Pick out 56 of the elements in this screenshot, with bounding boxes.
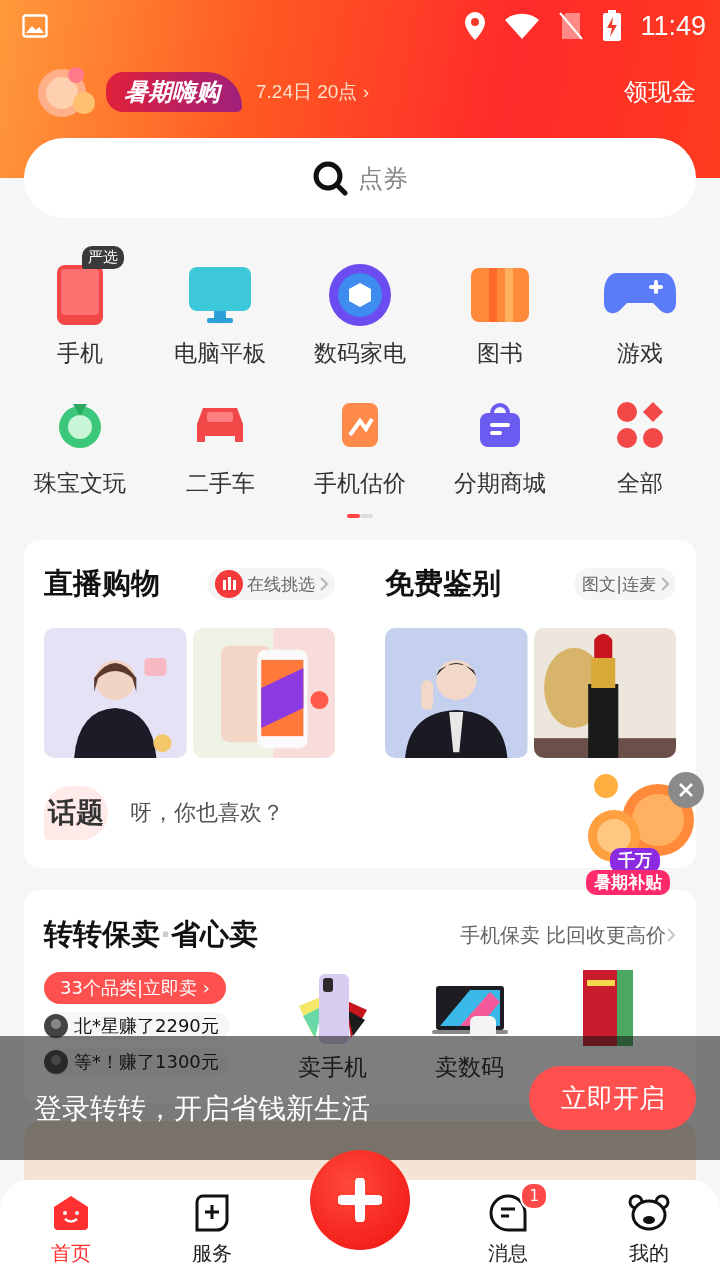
topic-text[interactable]: 呀，你也喜欢？ <box>130 798 284 828</box>
section-title: 免费鉴别 <box>385 565 501 602</box>
avatar-icon <box>44 1014 68 1038</box>
bear-icon <box>628 1193 671 1232</box>
topic-badge: 话题 <box>44 786 108 840</box>
close-icon <box>678 782 694 798</box>
price-tag-icon <box>340 401 380 449</box>
category-label[interactable]: 数码家电 <box>314 338 406 368</box>
category-label[interactable]: 图书 <box>477 338 523 368</box>
search-field[interactable]: 点券 <box>24 138 696 218</box>
earning-text: 北*星赚了2290元 <box>74 1014 219 1038</box>
category-label[interactable]: 游戏 <box>617 338 663 368</box>
search-icon <box>312 160 348 196</box>
battery-charging-icon <box>602 10 623 42</box>
product-label[interactable]: 卖手机 <box>298 1052 368 1083</box>
promo-badge[interactable]: 暑期嗨购 <box>106 72 242 112</box>
image-icon <box>22 14 48 38</box>
wifi-icon <box>504 12 541 40</box>
tablet-icon <box>55 263 105 327</box>
section-pill[interactable]: 图文|连麦 <box>574 568 676 600</box>
sell-subtitle[interactable]: 手机保卖 比回收更高价 <box>459 921 676 949</box>
unread-badge: 1 <box>520 1181 549 1210</box>
category-tag: 严选 <box>82 246 124 269</box>
category-label[interactable]: 全部 <box>617 468 663 498</box>
cash-link[interactable]: 领现金 <box>624 76 696 108</box>
message-icon <box>489 1193 528 1232</box>
nav-tab[interactable]: 服务 <box>191 1193 232 1267</box>
clock-time: 11:49 <box>640 10 706 42</box>
live-icon <box>215 570 243 598</box>
category-label[interactable]: 电脑平板 <box>174 338 266 368</box>
monitor-icon <box>187 265 253 325</box>
close-button[interactable] <box>668 772 704 808</box>
nav-tab[interactable]: 首页 <box>50 1193 91 1267</box>
chevron-icon <box>319 576 329 592</box>
subsidy-label[interactable]: 暑期补贴 <box>586 870 670 895</box>
earning-text: 等*！赚了1300元 <box>74 1050 219 1074</box>
no-sim-icon <box>558 11 585 41</box>
home-icon <box>51 1193 90 1232</box>
plus-icon <box>338 1178 382 1222</box>
nav-tab[interactable]: 我的 <box>628 1193 671 1267</box>
section-title: 转转保卖·省心卖 <box>44 916 259 953</box>
chevron-icon <box>660 576 670 592</box>
category-label[interactable]: 手机 <box>57 338 103 368</box>
category-label[interactable]: 二手车 <box>185 468 255 498</box>
product-label[interactable]: 卖数码 <box>435 1052 505 1083</box>
section-title: 直播购物 <box>44 565 160 602</box>
category-label[interactable]: 手机估价 <box>314 468 406 498</box>
book-icon <box>469 266 531 324</box>
category-label[interactable]: 分期商城 <box>454 468 546 498</box>
location-icon <box>464 11 487 41</box>
login-prompt: 登录转转，开启省钱新生活 <box>34 1091 370 1127</box>
category-label[interactable]: 珠宝文玩 <box>34 468 126 498</box>
chevron-icon <box>666 927 676 943</box>
avatar-icon <box>44 1050 68 1074</box>
grid-icon <box>616 401 664 449</box>
section-pill[interactable]: 在线挑选 <box>207 568 335 600</box>
